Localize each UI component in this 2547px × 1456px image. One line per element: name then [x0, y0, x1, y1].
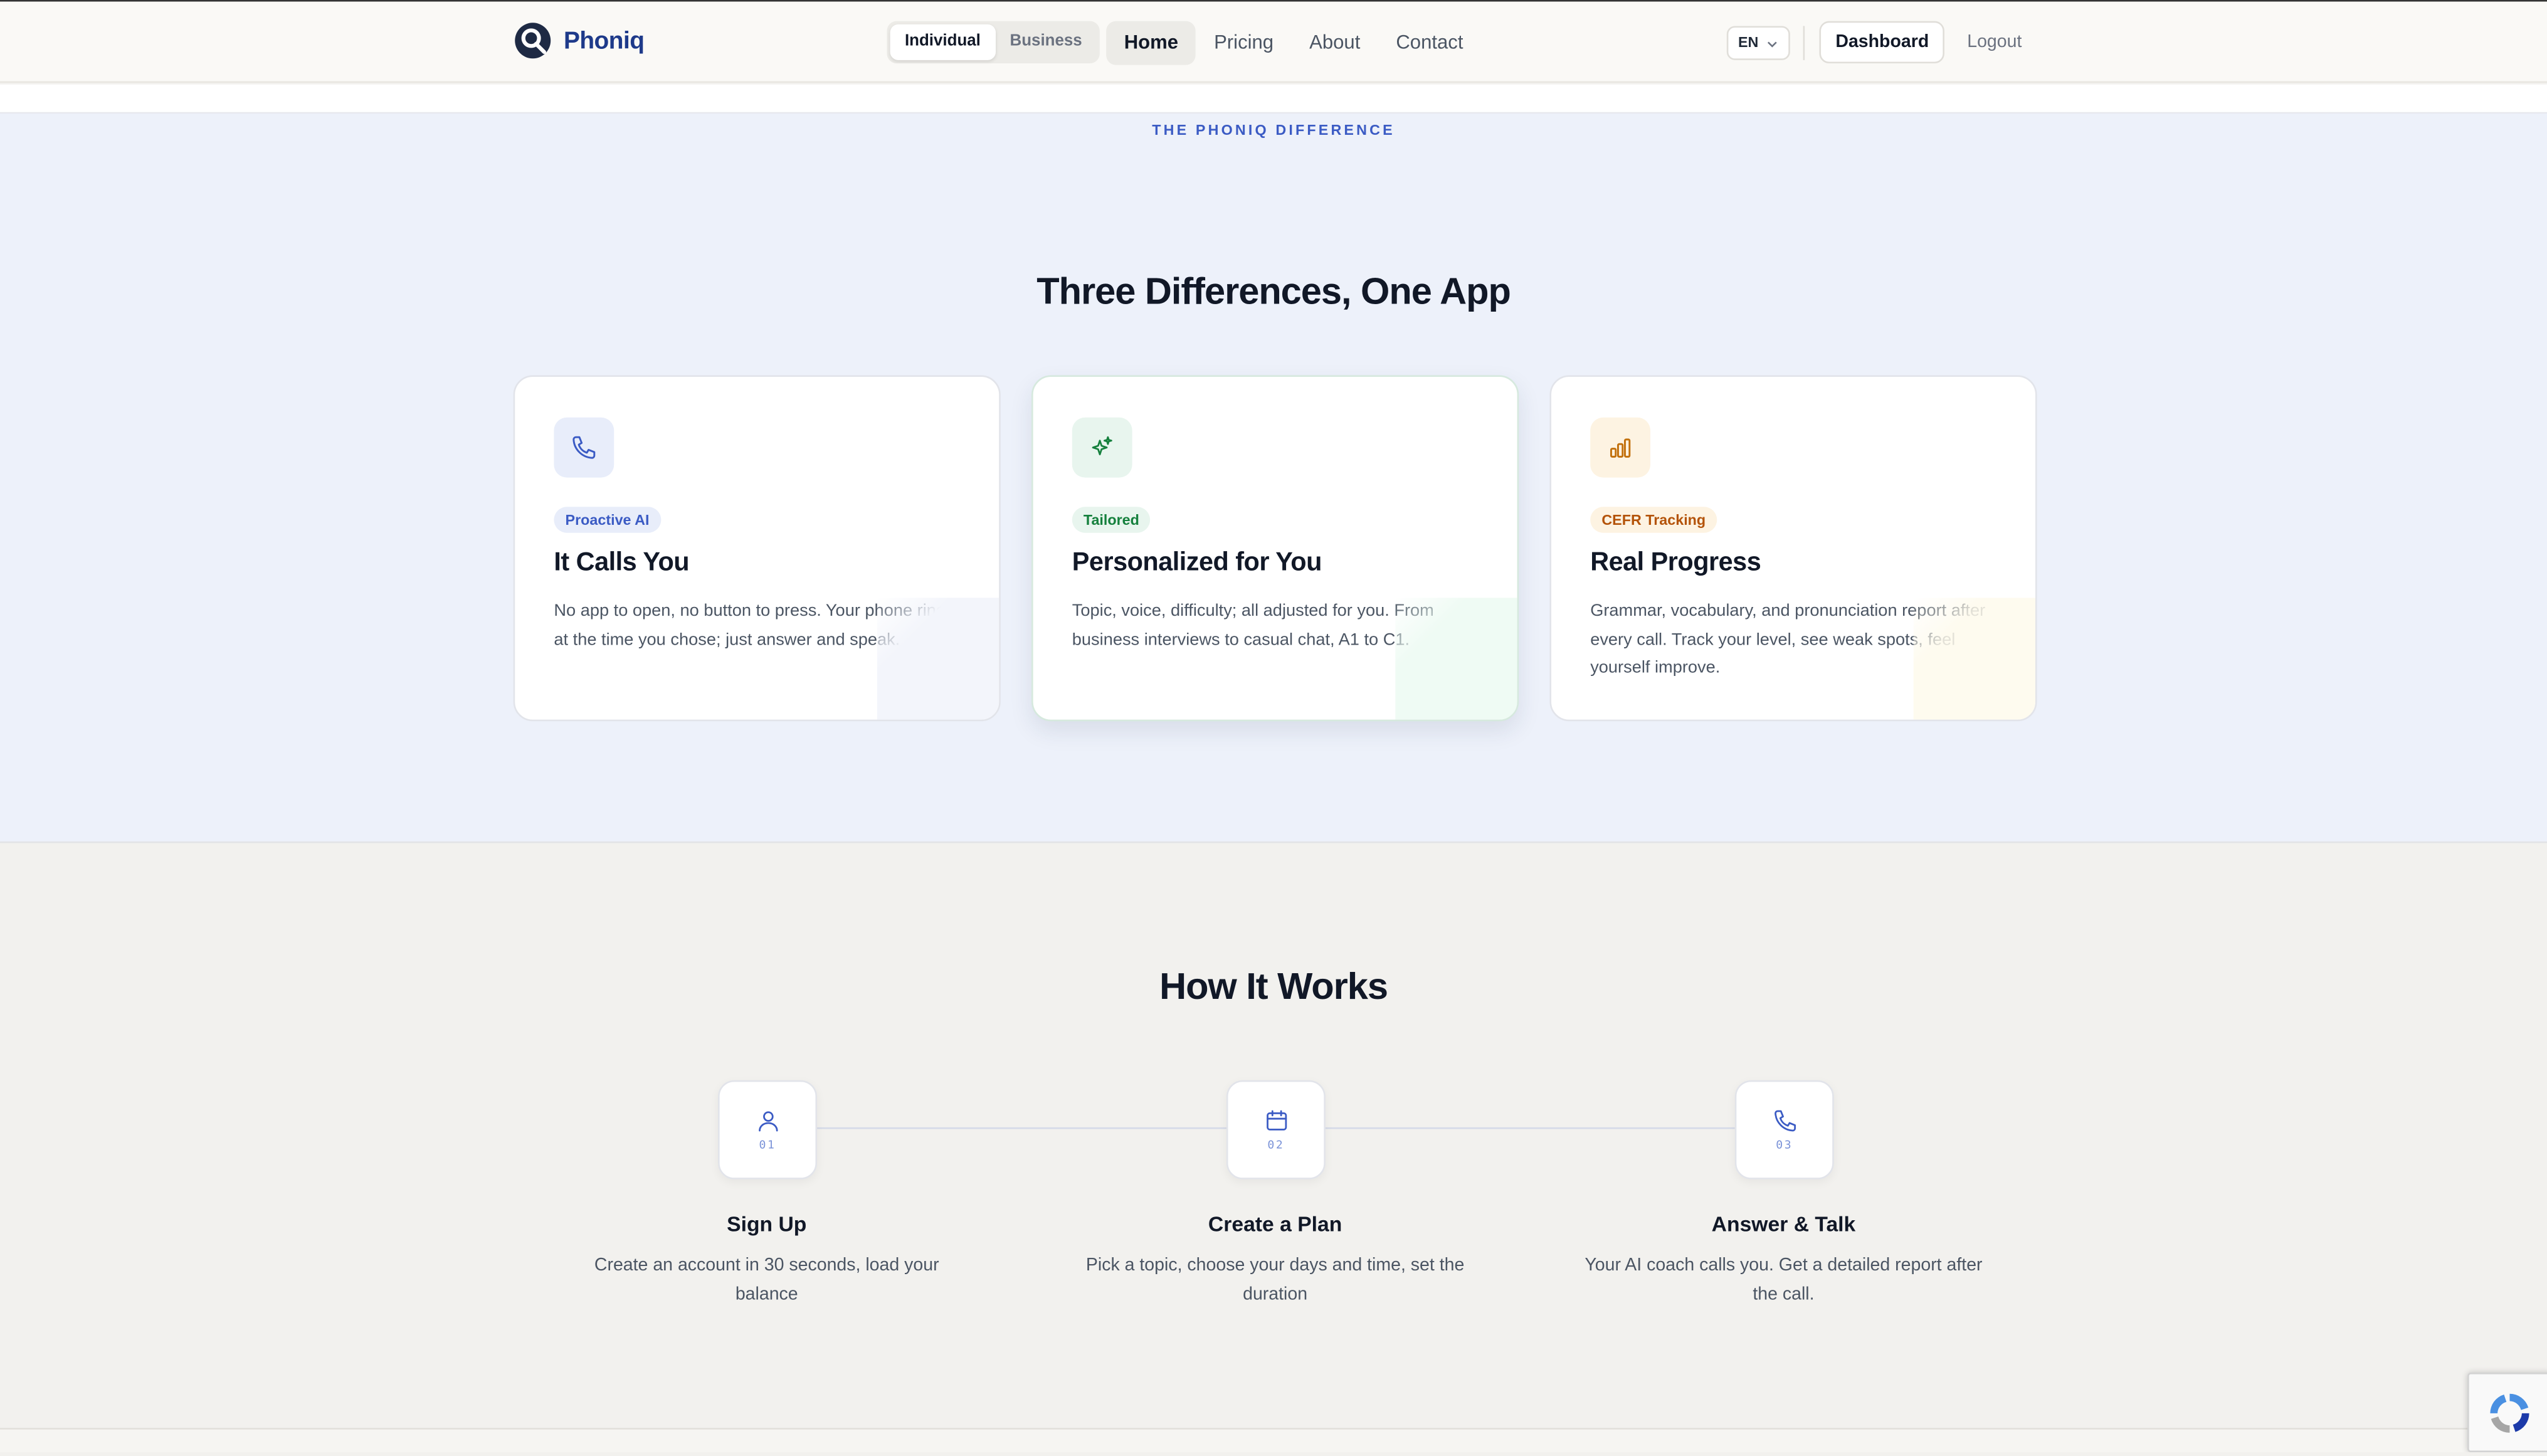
site-header: Phoniq Individual Business Home Pricing …: [0, 1, 2547, 83]
brand-name: Phoniq: [563, 26, 645, 55]
step-title: Sign Up: [727, 1211, 807, 1237]
toggle-individual[interactable]: Individual: [890, 24, 996, 60]
step-card-1: 01: [718, 1080, 818, 1179]
nav-home[interactable]: Home: [1106, 21, 1196, 65]
feature-card-personalized: Tailored Personalized for You Topic, voi…: [1031, 375, 1519, 722]
nav-pricing[interactable]: Pricing: [1196, 21, 1292, 65]
step-text: Your AI coach calls you. Get a detailed …: [1585, 1255, 1983, 1305]
recaptcha-icon: [2490, 1393, 2529, 1432]
card-decoration: [1913, 598, 2036, 720]
card-decoration: [877, 598, 999, 720]
card-decoration: [1395, 598, 1517, 720]
sparkles-icon: [1072, 417, 1132, 478]
logout-link[interactable]: Logout: [1967, 21, 2022, 63]
step-number: 01: [759, 1139, 776, 1152]
step-text: Pick a topic, choose your days and time,…: [1085, 1255, 1465, 1305]
brand-logo[interactable]: Phoniq: [514, 21, 645, 60]
step-card-2: 02: [1226, 1080, 1326, 1179]
card-badge: CEFR Tracking: [1590, 507, 1717, 533]
calendar-icon: [1265, 1110, 1286, 1131]
step-title: Answer & Talk: [1711, 1211, 1856, 1237]
dashboard-button[interactable]: Dashboard: [1819, 21, 1946, 64]
user-icon: [757, 1111, 778, 1132]
feature-card-calls: Proactive AI It Calls You No app to open…: [513, 375, 1001, 722]
nav-about[interactable]: About: [1292, 21, 1378, 65]
step-text: Create an account in 30 seconds, load yo…: [594, 1255, 939, 1305]
difference-title: Three Differences, One App: [1036, 270, 1511, 312]
step-number: 02: [1267, 1139, 1285, 1152]
phone-icon: [1773, 1110, 1795, 1132]
audience-toggle: Individual Business: [887, 21, 1100, 64]
nav-contact[interactable]: Contact: [1378, 21, 1481, 65]
language-select[interactable]: EN: [1726, 26, 1790, 60]
step-title: Create a Plan: [1208, 1211, 1342, 1237]
step-card-3: 03: [1734, 1080, 1834, 1179]
card-title: It Calls You: [554, 549, 690, 577]
next-section-edge: [0, 1428, 2547, 1452]
card-title: Personalized for You: [1072, 549, 1322, 577]
header-spacer: [0, 84, 2547, 114]
recaptcha-badge[interactable]: [2467, 1373, 2547, 1452]
card-badge: Proactive AI: [554, 507, 661, 533]
toggle-business[interactable]: Business: [995, 24, 1097, 60]
language-value: EN: [1738, 34, 1759, 51]
card-title: Real Progress: [1590, 549, 1761, 577]
logo-icon: [515, 23, 551, 59]
header-divider: [1803, 26, 1805, 60]
difference-eyebrow: THE PHONIQ DIFFERENCE: [1152, 122, 1395, 139]
main-nav: Home Pricing About Contact: [1106, 21, 1481, 65]
card-badge: Tailored: [1072, 507, 1151, 533]
how-title: How It Works: [1159, 964, 1388, 1008]
step-number: 03: [1776, 1139, 1793, 1152]
phone-icon: [554, 417, 614, 478]
feature-card-progress: CEFR Tracking Real Progress Grammar, voc…: [1549, 375, 2037, 722]
chevron-down-icon: [1766, 41, 1776, 47]
bar-chart-icon: [1590, 417, 1651, 478]
